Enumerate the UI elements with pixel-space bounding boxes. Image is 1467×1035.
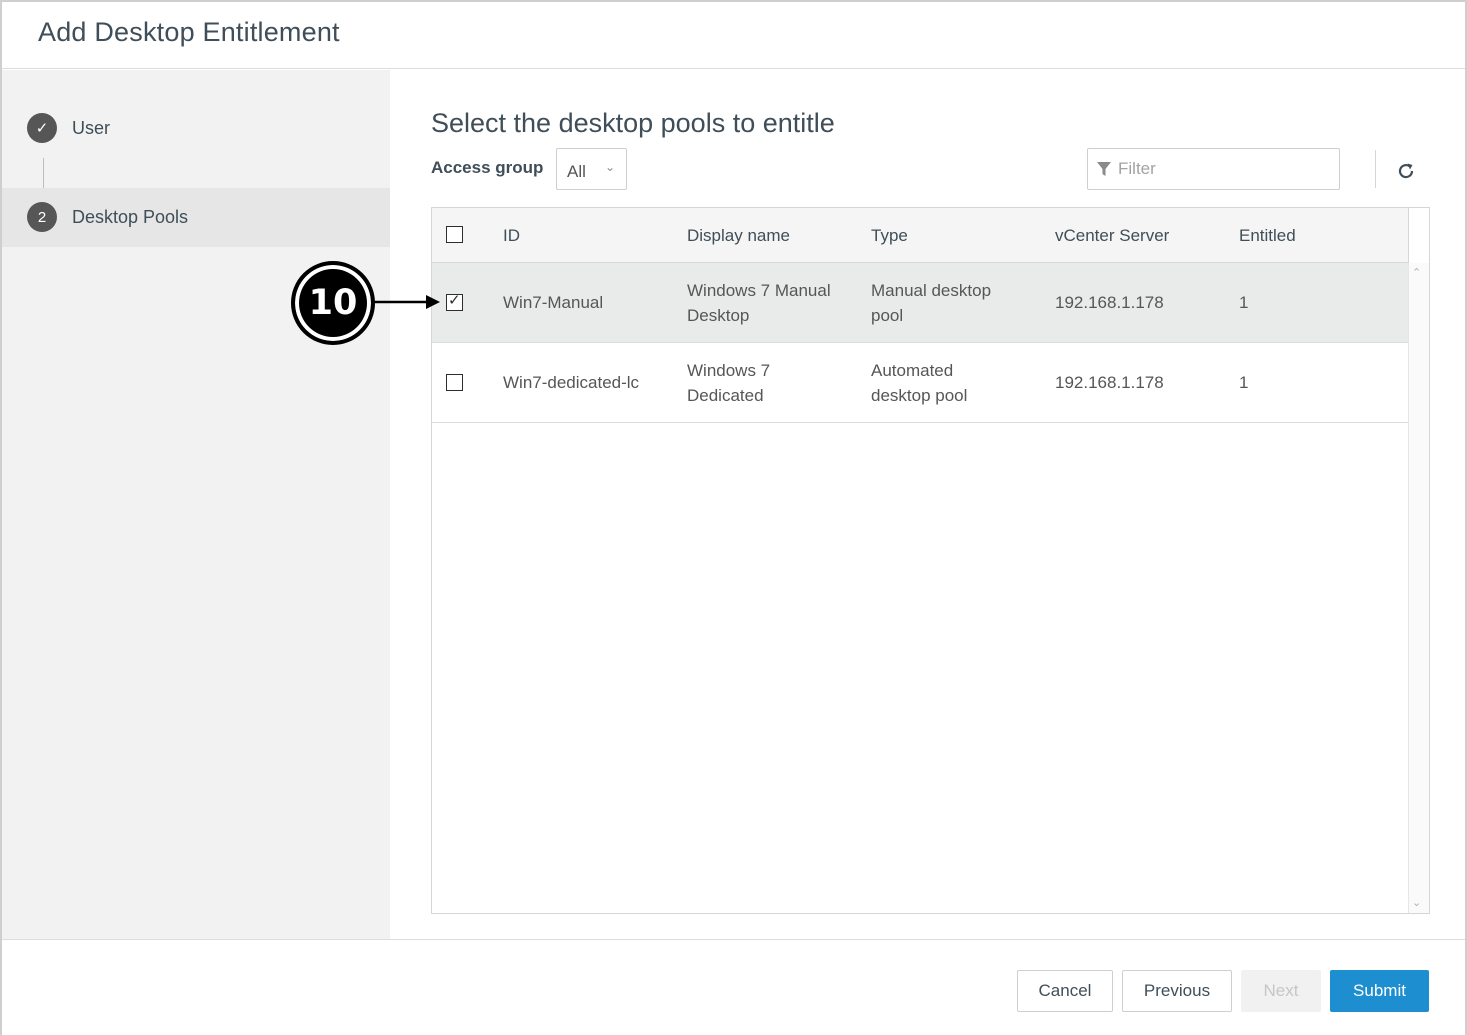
column-header-display-name[interactable]: Display name: [687, 226, 790, 246]
dialog-title: Add Desktop Entitlement: [38, 17, 340, 47]
column-header-entitled[interactable]: Entitled: [1239, 226, 1296, 246]
dialog-footer: Cancel Previous Next Submit: [2, 939, 1465, 1035]
cell-type-line1: Manual desktop: [871, 281, 992, 300]
step-connector: [43, 158, 44, 188]
cell-vcenter: 192.168.1.178: [1055, 293, 1164, 312]
cancel-button[interactable]: Cancel: [1017, 970, 1113, 1012]
add-desktop-entitlement-dialog: Add Desktop Entitlement ✓ User 2 Desktop…: [0, 0, 1467, 1035]
cell-entitled: 1: [1239, 293, 1249, 312]
table-row[interactable]: Win7-Manual Windows 7 Manual Desktop Man…: [432, 263, 1408, 343]
cell-entitled: 1: [1239, 373, 1249, 392]
wizard-steps-sidebar: ✓ User 2 Desktop Pools: [2, 70, 390, 940]
cell-display-name-line2: Dedicated: [687, 386, 764, 405]
cell-display-name-line1: Windows 7: [687, 361, 771, 380]
filter-input[interactable]: [1118, 157, 1328, 181]
cell-id: Win7-Manual: [503, 293, 604, 312]
cell-id: Win7-dedicated-lc: [503, 373, 640, 392]
cell-type-line2: pool: [871, 306, 904, 325]
page-heading: Select the desktop pools to entitle: [431, 108, 835, 138]
toolbar-divider: [1375, 150, 1376, 188]
access-group-select[interactable]: All ⌄: [556, 148, 627, 190]
filter-box[interactable]: [1087, 148, 1340, 190]
desktop-pools-grid: ID Display name Type vCenter Server Enti…: [431, 207, 1430, 914]
previous-button[interactable]: Previous: [1122, 970, 1232, 1012]
step-number-icon: 2: [27, 202, 57, 232]
filter-icon: [1097, 162, 1111, 176]
select-all-checkbox[interactable]: [446, 226, 463, 243]
check-icon: ✓: [27, 113, 57, 143]
chevron-down-icon: ⌄: [605, 160, 616, 174]
grid-header: ID Display name Type vCenter Server Enti…: [432, 208, 1408, 263]
main-content: Select the desktop pools to entitle Acce…: [390, 70, 1465, 940]
scroll-down-icon[interactable]: ⌄: [1412, 896, 1421, 909]
row-checkbox[interactable]: [446, 374, 463, 391]
cell-vcenter: 192.168.1.178: [1055, 373, 1164, 392]
scroll-up-icon[interactable]: ⌃: [1412, 266, 1421, 279]
step-desktop-pools[interactable]: 2 Desktop Pools: [2, 188, 390, 247]
callout-number: 10: [308, 283, 358, 323]
step-callout-badge: 10: [291, 261, 375, 345]
column-header-vcenter-server[interactable]: vCenter Server: [1055, 226, 1169, 246]
column-header-id[interactable]: ID: [503, 226, 520, 246]
cell-display-name-line1: Windows 7 Manual: [687, 281, 831, 300]
row-checkbox[interactable]: [446, 291, 463, 311]
access-group-label: Access group: [431, 158, 544, 177]
access-group-value: All: [567, 162, 586, 181]
refresh-icon[interactable]: [1395, 160, 1417, 182]
dialog-title-bar: Add Desktop Entitlement: [2, 2, 1465, 69]
header-scroll-corner: [1408, 208, 1429, 263]
cell-type-line1: Automated: [871, 361, 954, 380]
step-user-label: User: [72, 118, 111, 138]
column-header-type[interactable]: Type: [871, 226, 908, 246]
cell-type-line2: desktop pool: [871, 386, 968, 405]
step-user[interactable]: ✓ User: [2, 99, 390, 158]
table-row[interactable]: Win7-dedicated-lc Windows 7 Dedicated Au…: [432, 343, 1408, 423]
step-desktop-pools-label: Desktop Pools: [72, 207, 189, 227]
callout-arrow-icon: [374, 295, 440, 309]
cell-display-name-line2: Desktop: [687, 306, 750, 325]
submit-button[interactable]: Submit: [1330, 970, 1429, 1012]
vertical-scrollbar[interactable]: [1408, 263, 1429, 913]
next-button: Next: [1241, 970, 1321, 1012]
